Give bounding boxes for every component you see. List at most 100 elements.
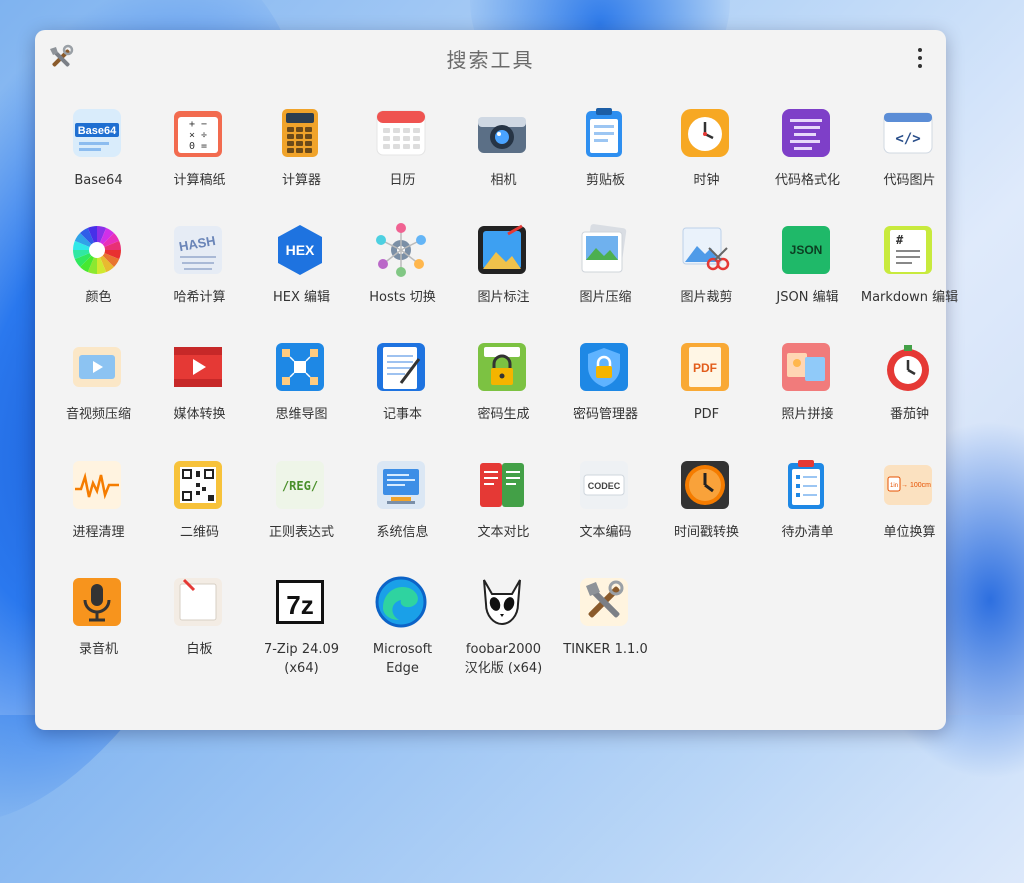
svg-text:</>: </> (895, 131, 920, 147)
tool-label: 媒体转换 (173, 407, 226, 422)
tool-label: 图片压缩 (579, 290, 632, 305)
tool-tile[interactable]: 系统信息 (352, 457, 453, 569)
tool-tile[interactable]: 进程清理 (48, 457, 149, 569)
code-image-icon: </> (883, 112, 933, 154)
tool-label: 记事本 (382, 407, 422, 422)
photo-stitch-icon (782, 343, 830, 391)
7zip-icon: 7z (276, 580, 324, 624)
tool-tile[interactable]: 媒体转换 (149, 339, 250, 451)
tool-tile[interactable]: 1in → 100cm 单位换算 (859, 457, 960, 569)
code-format-icon (782, 109, 830, 157)
tool-tile[interactable]: </> 代码图片 (859, 105, 960, 217)
tool-tile[interactable]: TINKER 1.1.0 (555, 574, 656, 686)
password-manager-icon (580, 343, 628, 391)
tool-tile[interactable]: 番茄钟 (859, 339, 960, 451)
tool-search-window: 搜索工具 Base64 Base64 + − × ÷ 0 = 计算稿纸 计算器 日历 相机 剪贴板… (35, 30, 958, 730)
svg-text:× ÷: × ÷ (189, 130, 207, 141)
svg-text:#: # (896, 233, 904, 247)
todo-icon (788, 460, 824, 509)
tool-tile[interactable]: 白板 (149, 574, 250, 686)
tool-tile[interactable]: 颜色 (48, 222, 149, 334)
edge-icon (375, 576, 427, 628)
tool-label: 密码管理器 (572, 407, 638, 422)
tool-tile[interactable]: 相机 (453, 105, 554, 217)
tool-label: 待办清单 (781, 525, 834, 540)
calculator-icon (282, 109, 318, 157)
tool-tile[interactable]: HEX HEX 编辑 (251, 222, 352, 334)
tool-tile[interactable]: 时间戳转换 (656, 457, 757, 569)
tool-label: 相机 (490, 173, 517, 188)
tool-tile[interactable]: 计算器 (251, 105, 352, 217)
calendar-icon (376, 110, 426, 156)
tool-label: 图片裁剪 (680, 290, 733, 305)
tool-tile[interactable]: 图片裁剪 (656, 222, 757, 334)
calc-paper-icon: + −× ÷0 = (174, 111, 222, 157)
notepad-icon (377, 343, 425, 391)
timestamp-icon (681, 461, 729, 509)
svg-text:JSON: JSON (790, 243, 823, 257)
hex-icon: HEX (278, 225, 322, 275)
tool-label: JSON 编辑 (776, 290, 839, 305)
unit-convert-icon: 1in → 100cm (884, 465, 932, 505)
tool-tile[interactable]: HASH 哈希计算 (149, 222, 250, 334)
tool-tile[interactable]: /REG/正则表达式 (251, 457, 352, 569)
tool-tile[interactable]: 剪贴板 (555, 105, 656, 217)
tool-label: 录音机 (78, 642, 118, 657)
tool-tile[interactable]: 代码格式化 (757, 105, 858, 217)
tool-tile[interactable]: # Markdown 编辑 (859, 222, 960, 334)
tool-tile[interactable]: 文本对比 (453, 457, 554, 569)
svg-text:0 =: 0 = (189, 141, 207, 152)
tool-label: HEX 编辑 (272, 290, 331, 305)
tool-tile[interactable]: 密码生成 (453, 339, 554, 451)
tool-tile[interactable]: 待办清单 (757, 457, 858, 569)
svg-text:HEX: HEX (286, 242, 315, 258)
tool-tile[interactable]: PDF PDF (656, 339, 757, 451)
base64-icon: Base64 (73, 109, 121, 157)
tool-tile[interactable]: CODEC 文本编码 (555, 457, 656, 569)
tool-tile[interactable]: Hosts 切换 (352, 222, 453, 334)
tool-tile[interactable]: 时钟 (656, 105, 757, 217)
tool-tile[interactable]: 二维码 (149, 457, 250, 569)
text-compare-icon (480, 463, 524, 507)
tool-label: 7-Zip 24.09 (x64) (263, 642, 340, 676)
tinker-icon (580, 578, 628, 626)
tool-tile[interactable]: 图片压缩 (555, 222, 656, 334)
network-icon (376, 223, 426, 277)
svg-text:1in: 1in (890, 483, 898, 489)
tool-tile[interactable]: foobar2000 汉化版 (x64) (453, 574, 554, 686)
tool-tile[interactable]: 图片标注 (453, 222, 554, 334)
tool-tile[interactable]: 日历 (352, 105, 453, 217)
tool-label: 番茄钟 (889, 407, 929, 422)
camera-icon (478, 117, 526, 153)
tool-tile[interactable]: 7z 7-Zip 24.09 (x64) (251, 574, 352, 686)
tool-tile[interactable]: 密码管理器 (555, 339, 656, 451)
tool-label: Markdown 编辑 (860, 290, 959, 305)
tool-tile[interactable]: 音视频压缩 (48, 339, 149, 451)
system-info-icon (377, 461, 425, 509)
tool-tile[interactable]: 录音机 (48, 574, 149, 686)
tool-label: 文本编码 (579, 525, 632, 540)
svg-text:→ 100cm: → 100cm (901, 482, 931, 489)
svg-text:PDF: PDF (693, 361, 717, 375)
tomato-timer-icon (887, 345, 929, 391)
tool-tile[interactable]: Microsoft Edge (352, 574, 453, 686)
tool-label: 文本对比 (477, 525, 530, 540)
svg-text:CODEC: CODEC (588, 481, 621, 491)
tool-tile[interactable]: 思维导图 (251, 339, 352, 451)
tool-label: 系统信息 (376, 525, 429, 540)
tool-label: 时间戳转换 (673, 525, 739, 540)
image-annotate-icon (478, 224, 526, 274)
tool-tile[interactable]: + − × ÷ 0 = 计算稿纸 (149, 105, 250, 217)
tool-label: 正则表达式 (268, 525, 334, 540)
tool-label: Hosts 切换 (369, 290, 436, 305)
tool-tile[interactable]: 照片拼接 (757, 339, 858, 451)
tool-tile[interactable]: Base64 Base64 (48, 105, 149, 217)
tool-tile[interactable]: 记事本 (352, 339, 453, 451)
tool-tile[interactable]: JSON JSON 编辑 (757, 222, 858, 334)
tool-label: 音视频压缩 (65, 407, 131, 422)
markdown-icon: # (884, 226, 932, 274)
password-generate-icon (478, 343, 526, 391)
tool-label: TINKER 1.1.0 (563, 642, 648, 657)
color-wheel-icon (73, 226, 121, 274)
video-compress-icon (73, 347, 121, 387)
